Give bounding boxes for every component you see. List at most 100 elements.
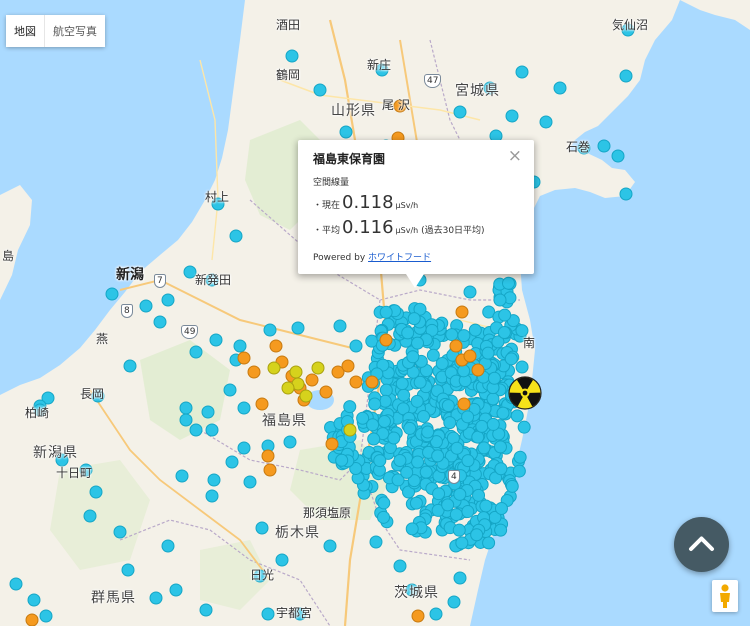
station-marker[interactable] [403, 421, 417, 435]
moderate-marker[interactable] [343, 423, 357, 437]
moderate-marker[interactable] [311, 361, 325, 375]
station-marker[interactable] [486, 392, 500, 406]
station-marker[interactable] [441, 498, 455, 512]
station-marker[interactable] [343, 400, 357, 414]
station-marker[interactable] [387, 431, 401, 445]
station-marker[interactable] [447, 595, 461, 609]
station-marker[interactable] [261, 607, 275, 621]
station-marker[interactable] [481, 346, 495, 360]
station-marker[interactable] [349, 339, 363, 353]
station-marker[interactable] [323, 539, 337, 553]
station-marker[interactable] [121, 563, 135, 577]
map-button[interactable]: 地図 [6, 15, 44, 47]
station-marker[interactable] [431, 449, 445, 463]
elevated-marker[interactable] [263, 463, 277, 477]
station-marker[interactable] [161, 539, 175, 553]
station-marker[interactable] [417, 409, 431, 423]
station-marker[interactable] [477, 441, 491, 455]
station-marker[interactable] [457, 329, 471, 343]
station-marker[interactable] [199, 603, 213, 617]
station-marker[interactable] [470, 528, 484, 542]
station-marker[interactable] [313, 83, 327, 97]
station-marker[interactable] [510, 409, 524, 423]
station-marker[interactable] [229, 229, 243, 243]
station-marker[interactable] [39, 609, 53, 623]
station-marker[interactable] [283, 435, 297, 449]
elevated-marker[interactable] [457, 397, 471, 411]
station-marker[interactable] [237, 441, 251, 455]
elevated-marker[interactable] [237, 351, 251, 365]
moderate-marker[interactable] [289, 365, 303, 379]
elevated-marker[interactable] [463, 349, 477, 363]
station-marker[interactable] [395, 377, 409, 391]
station-marker[interactable] [410, 394, 424, 408]
station-marker[interactable] [237, 401, 251, 415]
station-marker[interactable] [505, 479, 519, 493]
station-marker[interactable] [449, 508, 463, 522]
station-marker[interactable] [497, 325, 511, 339]
station-marker[interactable] [401, 326, 415, 340]
station-marker[interactable] [517, 420, 531, 434]
station-marker[interactable] [368, 397, 382, 411]
station-marker[interactable] [377, 510, 391, 524]
elevated-marker[interactable] [261, 449, 275, 463]
station-marker[interactable] [482, 536, 496, 550]
station-marker[interactable] [161, 293, 175, 307]
station-marker[interactable] [457, 364, 471, 378]
station-marker[interactable] [505, 109, 519, 123]
station-marker[interactable] [494, 501, 508, 515]
station-marker[interactable] [175, 469, 189, 483]
station-marker[interactable] [189, 345, 203, 359]
station-marker[interactable] [369, 535, 383, 549]
elevated-marker[interactable] [25, 613, 39, 626]
station-marker[interactable] [513, 450, 527, 464]
station-marker[interactable] [123, 359, 137, 373]
elevated-marker[interactable] [247, 365, 261, 379]
station-marker[interactable] [263, 323, 277, 337]
station-marker[interactable] [209, 333, 223, 347]
station-marker[interactable] [452, 523, 466, 537]
elevated-marker[interactable] [455, 305, 469, 319]
elevated-marker[interactable] [449, 339, 463, 353]
station-marker[interactable] [411, 336, 425, 350]
station-marker[interactable] [379, 383, 393, 397]
station-marker[interactable] [393, 559, 407, 573]
station-marker[interactable] [367, 432, 381, 446]
moderate-marker[interactable] [267, 361, 281, 375]
station-marker[interactable] [339, 125, 353, 139]
station-marker[interactable] [487, 371, 501, 385]
station-marker[interactable] [597, 139, 611, 153]
station-marker[interactable] [379, 305, 393, 319]
station-marker[interactable] [441, 399, 455, 413]
elevated-marker[interactable] [365, 375, 379, 389]
station-marker[interactable] [619, 69, 633, 83]
station-marker[interactable] [9, 577, 23, 591]
station-marker[interactable] [405, 522, 419, 536]
elevated-marker[interactable] [471, 363, 485, 377]
station-marker[interactable] [493, 440, 507, 454]
station-marker[interactable] [461, 410, 475, 424]
station-marker[interactable] [179, 413, 193, 427]
elevated-marker[interactable] [305, 373, 319, 387]
station-marker[interactable] [515, 65, 529, 79]
station-marker[interactable] [105, 287, 119, 301]
radiation-hazard-icon[interactable] [508, 376, 542, 410]
station-marker[interactable] [377, 496, 391, 510]
station-marker[interactable] [494, 523, 508, 537]
station-marker[interactable] [461, 454, 475, 468]
station-marker[interactable] [205, 423, 219, 437]
station-marker[interactable] [455, 536, 469, 550]
station-marker[interactable] [471, 430, 485, 444]
station-marker[interactable] [432, 487, 446, 501]
elevated-marker[interactable] [255, 397, 269, 411]
station-marker[interactable] [502, 276, 516, 290]
station-marker[interactable] [27, 593, 41, 607]
elevated-marker[interactable] [319, 385, 333, 399]
station-marker[interactable] [139, 299, 153, 313]
elevated-marker[interactable] [411, 609, 425, 623]
station-marker[interactable] [275, 553, 289, 567]
station-marker[interactable] [179, 401, 193, 415]
station-marker[interactable] [409, 496, 423, 510]
station-marker[interactable] [463, 285, 477, 299]
moderate-marker[interactable] [281, 381, 295, 395]
